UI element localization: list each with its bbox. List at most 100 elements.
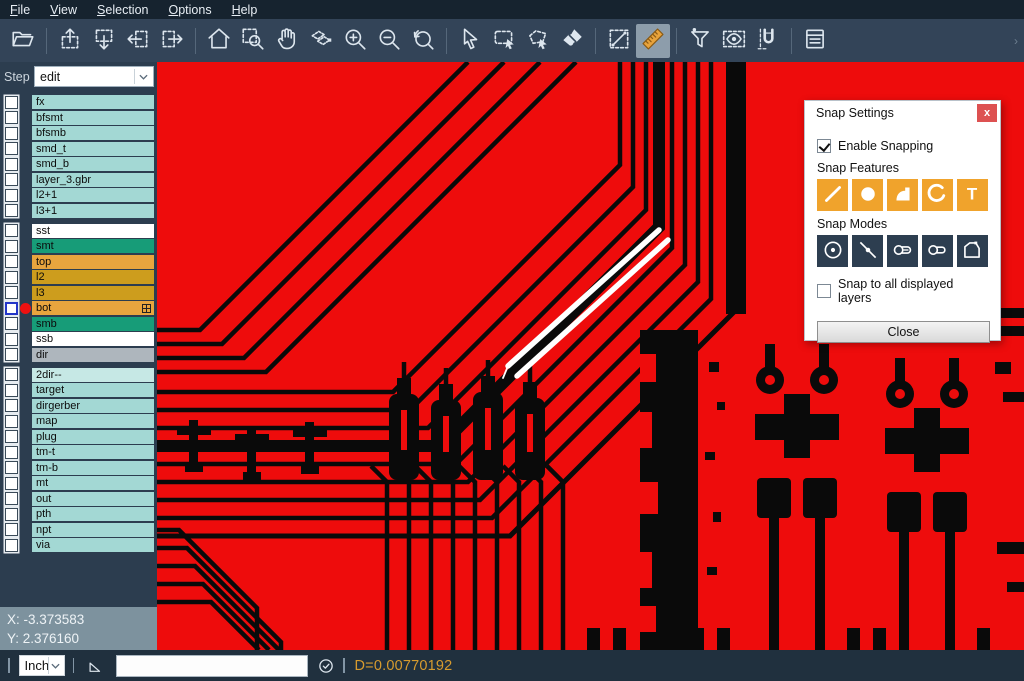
layer-checkbox-top[interactable]: [5, 255, 18, 268]
layer-name-smd_b[interactable]: smd_b: [32, 157, 154, 171]
layer-checkbox-tm-b[interactable]: [5, 461, 18, 474]
filter-funnel-button[interactable]: [683, 24, 717, 58]
layer-checkbox-map[interactable]: [5, 415, 18, 428]
units-select[interactable]: Inch: [19, 655, 65, 676]
enable-snapping-checkbox[interactable]: Enable Snapping: [817, 139, 988, 153]
checkbox-checked-icon[interactable]: [817, 139, 831, 153]
measure-point-to-point-button[interactable]: [602, 24, 636, 58]
layer-name-ssb[interactable]: ssb: [32, 332, 154, 346]
layer-checkbox-npt[interactable]: [5, 523, 18, 536]
layer-checkbox-out[interactable]: [5, 492, 18, 505]
layer-name-smb[interactable]: smb: [32, 317, 154, 331]
layer-name-layer_3.gbr[interactable]: layer_3.gbr: [32, 173, 154, 187]
layer-checkbox-bfsmt[interactable]: [5, 111, 18, 124]
zoom-window-button[interactable]: [236, 24, 270, 58]
snap-feature-arc-button[interactable]: [922, 179, 953, 211]
layer-name-l2+1[interactable]: l2+1: [32, 188, 154, 202]
layer-checkbox-mt[interactable]: [5, 477, 18, 490]
menu-selection[interactable]: Selection: [87, 0, 158, 19]
layer-name-bot[interactable]: bot: [32, 301, 154, 315]
layer-name-sst[interactable]: sst: [32, 224, 154, 238]
menu-help[interactable]: Help: [222, 0, 268, 19]
layer-checkbox-pth[interactable]: [5, 508, 18, 521]
layer-checkbox-plug[interactable]: [5, 430, 18, 443]
menu-options[interactable]: Options: [158, 0, 221, 19]
zoom-in-button[interactable]: [338, 24, 372, 58]
layer-checkbox-l2+1[interactable]: [5, 189, 18, 202]
layer-name-pth[interactable]: pth: [32, 507, 154, 521]
layer-checkbox-smd_t[interactable]: [5, 142, 18, 155]
layer-name-smt[interactable]: smt: [32, 239, 154, 253]
home-view-button[interactable]: [202, 24, 236, 58]
layer-checkbox-via[interactable]: [5, 539, 18, 552]
nudge-down-button[interactable]: [87, 24, 121, 58]
nudge-left-button[interactable]: [121, 24, 155, 58]
nudge-up-button[interactable]: [53, 24, 87, 58]
layer-name-via[interactable]: via: [32, 538, 154, 552]
snap-mode-slot-left-button[interactable]: [922, 235, 953, 267]
layer-name-l3+1[interactable]: l3+1: [32, 204, 154, 218]
snap-feature-pad-button[interactable]: [852, 179, 883, 211]
layer-name-mt[interactable]: mt: [32, 476, 154, 490]
snap-feature-line-button[interactable]: [817, 179, 848, 211]
layer-name-npt[interactable]: npt: [32, 523, 154, 537]
layer-name-bfsmt[interactable]: bfsmt: [32, 111, 154, 125]
layer-checkbox-l3+1[interactable]: [5, 204, 18, 217]
pan-hand-button[interactable]: [270, 24, 304, 58]
step-select[interactable]: edit: [34, 66, 154, 87]
snap-mode-outline-button[interactable]: [957, 235, 988, 267]
layer-name-tm-b[interactable]: tm-b: [32, 461, 154, 475]
layer-form-button[interactable]: [798, 24, 832, 58]
zoom-out-button[interactable]: [372, 24, 406, 58]
layer-name-plug[interactable]: plug: [32, 430, 154, 444]
layer-checkbox-target[interactable]: [5, 384, 18, 397]
snap-feature-text-button[interactable]: T: [957, 179, 988, 211]
layer-name-bfsmb[interactable]: bfsmb: [32, 126, 154, 140]
select-polygon-button[interactable]: [521, 24, 555, 58]
layer-checkbox-layer_3.gbr[interactable]: [5, 173, 18, 186]
layer-checkbox-l2[interactable]: [5, 271, 18, 284]
open-folder-button[interactable]: [6, 24, 40, 58]
layer-name-l2[interactable]: l2: [32, 270, 154, 284]
layer-name-tm-t[interactable]: tm-t: [32, 445, 154, 459]
layer-checkbox-smd_b[interactable]: [5, 158, 18, 171]
layer-checkbox-2dir--[interactable]: [5, 368, 18, 381]
command-input[interactable]: [116, 655, 308, 677]
view-area-button[interactable]: [717, 24, 751, 58]
select-rectangle-button[interactable]: [487, 24, 521, 58]
chevron-down-icon[interactable]: [134, 69, 151, 84]
layer-checkbox-l3[interactable]: [5, 286, 18, 299]
layer-checkbox-tm-t[interactable]: [5, 446, 18, 459]
close-button[interactable]: Close: [817, 321, 990, 343]
layer-checkbox-smt[interactable]: [5, 240, 18, 253]
layer-checkbox-bfsmb[interactable]: [5, 127, 18, 140]
menu-file[interactable]: File: [0, 0, 40, 19]
layer-name-map[interactable]: map: [32, 414, 154, 428]
layer-checkbox-bot[interactable]: [5, 302, 18, 315]
layer-checkbox-smb[interactable]: [5, 317, 18, 330]
zoom-polygon-button[interactable]: [304, 24, 338, 58]
layer-name-target[interactable]: target: [32, 383, 154, 397]
layer-name-l3[interactable]: l3: [32, 286, 154, 300]
snap-feature-surface-button[interactable]: [887, 179, 918, 211]
snap-all-layers-checkbox[interactable]: Snap to all displayed layers: [817, 277, 988, 305]
snap-magnet-button[interactable]: [751, 24, 785, 58]
layer-checkbox-dirgerber[interactable]: [5, 399, 18, 412]
layer-checkbox-fx[interactable]: [5, 96, 18, 109]
apply-circle-check-icon[interactable]: [317, 657, 335, 675]
snap-mode-center-button[interactable]: [817, 235, 848, 267]
chevron-down-icon[interactable]: [48, 657, 63, 674]
layer-name-dir[interactable]: dir: [32, 348, 154, 362]
zoom-previous-button[interactable]: [406, 24, 440, 58]
layer-checkbox-ssb[interactable]: [5, 333, 18, 346]
nudge-right-button[interactable]: [155, 24, 189, 58]
layer-checkbox-sst[interactable]: [5, 224, 18, 237]
checkbox-unchecked-icon[interactable]: [817, 284, 831, 298]
layer-name-2dir--[interactable]: 2dir--: [32, 368, 154, 382]
clean-brush-button[interactable]: [555, 24, 589, 58]
angle-corner-icon[interactable]: [86, 657, 104, 675]
layer-name-smd_t[interactable]: smd_t: [32, 142, 154, 156]
snap-mode-slot-right-button[interactable]: [887, 235, 918, 267]
measure-ruler-button[interactable]: [636, 24, 670, 58]
select-arrow-button[interactable]: [453, 24, 487, 58]
